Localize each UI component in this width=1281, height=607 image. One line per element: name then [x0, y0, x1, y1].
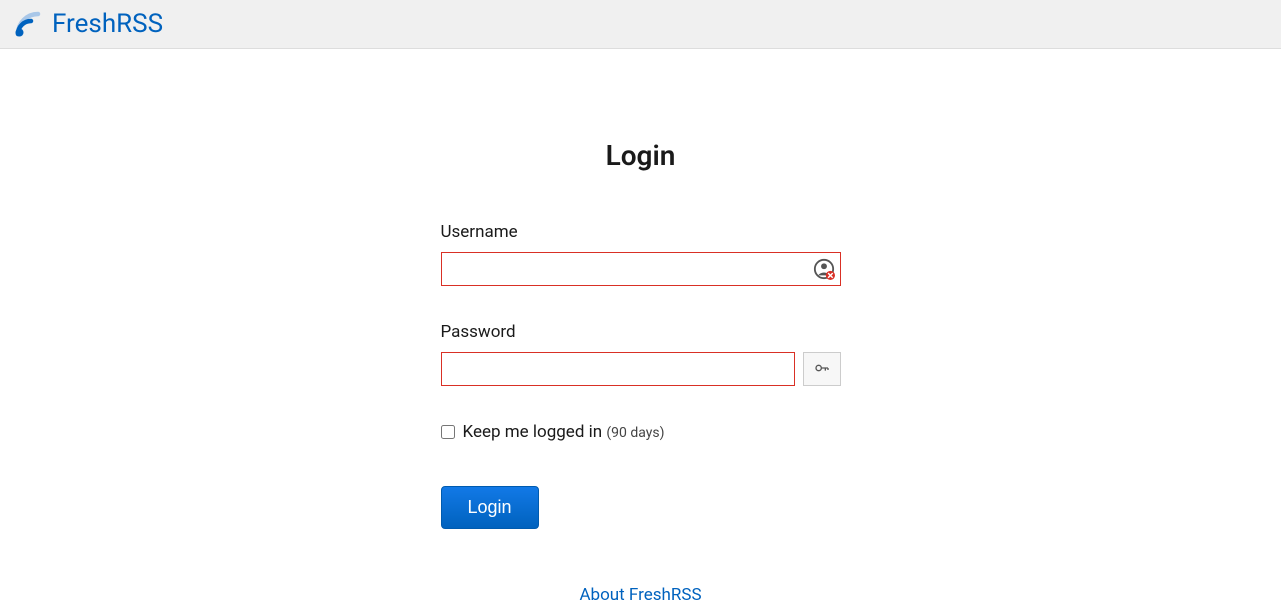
username-group: Username [441, 222, 841, 286]
freshrss-logo-icon [12, 8, 44, 40]
footer-links: About FreshRSS [441, 585, 841, 605]
page-title: Login [441, 139, 841, 172]
keep-logged-text: Keep me logged in [463, 422, 607, 442]
toggle-password-button[interactable] [803, 352, 841, 386]
username-input[interactable] [441, 252, 841, 286]
username-input-wrapper [441, 252, 841, 286]
keep-logged-label[interactable]: Keep me logged in (90 days) [463, 422, 665, 442]
password-input-wrapper [441, 352, 841, 386]
password-input[interactable] [441, 352, 795, 386]
app-header: FreshRSS [0, 0, 1281, 49]
login-form: Username Password [441, 222, 841, 529]
brand-name: FreshRSS [52, 9, 163, 39]
key-icon [814, 360, 830, 379]
password-label: Password [441, 322, 841, 342]
keep-logged-row: Keep me logged in (90 days) [441, 422, 841, 442]
login-button[interactable]: Login [441, 486, 539, 529]
keep-logged-checkbox[interactable] [441, 425, 455, 439]
password-group: Password [441, 322, 841, 386]
login-panel: Login Username Password [441, 139, 841, 605]
keep-logged-note: (90 days) [606, 425, 664, 441]
about-link[interactable]: About FreshRSS [579, 585, 701, 605]
username-label: Username [441, 222, 841, 242]
